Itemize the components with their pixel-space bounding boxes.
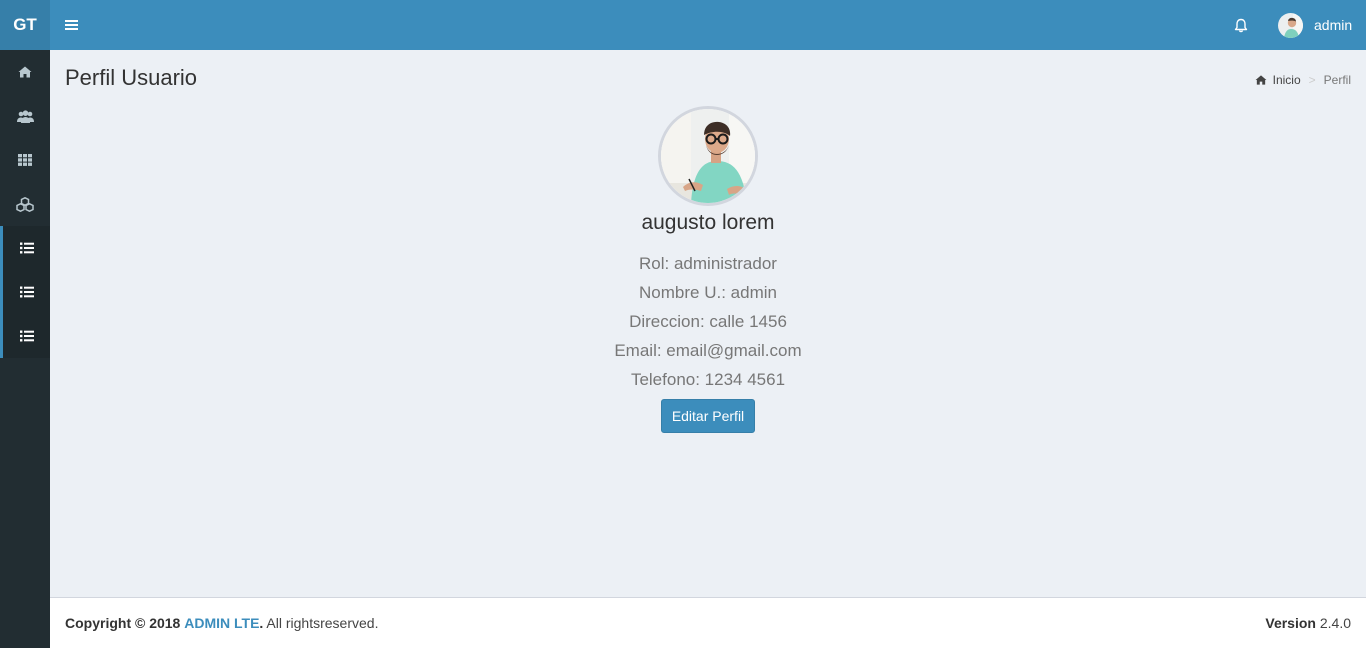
sidebar-item-list-1[interactable]	[0, 226, 50, 270]
page-title: Perfil Usuario	[65, 65, 198, 90]
footer-version: Version 2.4.0	[1265, 615, 1351, 631]
breadcrumb-separator: >	[1308, 73, 1316, 87]
list-icon	[19, 330, 34, 342]
top-navbar: admin	[50, 0, 1366, 50]
version-number: 2.4.0	[1319, 615, 1351, 631]
content-wrapper: Perfil Usuario Inicio > Perfil augusto l…	[50, 50, 1366, 597]
home-icon	[1255, 75, 1267, 85]
copyright-text: Copyright © 2018	[65, 615, 181, 631]
sidebar-item-grid[interactable]	[0, 138, 50, 182]
profile-username: Nombre U.: admin	[639, 283, 777, 302]
hamburger-icon[interactable]	[60, 13, 82, 37]
sidebar-item-cubes[interactable]	[0, 182, 50, 226]
version-label: Version	[1265, 615, 1316, 631]
profile-phone: Telefono: 1234 4561	[630, 370, 786, 389]
breadcrumb-current: Perfil	[1323, 73, 1351, 87]
sidebar-item-home[interactable]	[0, 50, 50, 94]
grid-icon	[18, 154, 32, 166]
edit-profile-button[interactable]: Editar Perfil	[661, 399, 755, 433]
breadcrumb-home-label: Inicio	[1272, 73, 1301, 87]
breadcrumb: Inicio > Perfil	[1255, 73, 1351, 87]
sidebar	[0, 50, 50, 648]
profile-avatar	[658, 106, 758, 206]
avatar	[1278, 12, 1303, 38]
cubes-icon	[16, 196, 34, 212]
profile-address: Direccion: calle 1456	[629, 312, 787, 331]
footer: Copyright © 2018 ADMIN LTE. All rightsre…	[50, 597, 1366, 648]
list-icon	[19, 286, 34, 298]
bell-icon[interactable]	[1230, 14, 1252, 36]
user-menu[interactable]: admin	[1278, 12, 1352, 38]
profile-email: Email: email@gmail.com	[614, 341, 802, 360]
profile-rol: Rol: administrador	[639, 254, 777, 273]
list-icon	[19, 242, 34, 254]
sidebar-item-list-2[interactable]	[0, 270, 50, 314]
breadcrumb-home[interactable]: Inicio	[1255, 73, 1301, 87]
profile-name: augusto lorem	[641, 211, 775, 234]
logo[interactable]: GT	[0, 0, 50, 50]
users-icon	[16, 109, 34, 123]
rights-text: All rightsreserved.	[263, 615, 379, 631]
admin-lte-link[interactable]: ADMIN LTE	[184, 615, 259, 631]
user-name: admin	[1314, 17, 1353, 33]
home-icon	[18, 66, 32, 78]
footer-copyright: Copyright © 2018 ADMIN LTE. All rightsre…	[65, 615, 379, 631]
sidebar-item-users[interactable]	[0, 94, 50, 138]
sidebar-item-list-3[interactable]	[0, 314, 50, 358]
